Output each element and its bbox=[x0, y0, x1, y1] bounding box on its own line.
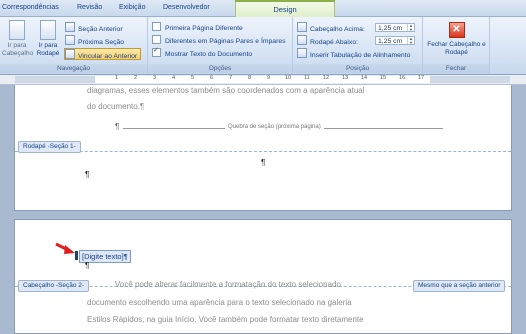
next-section-button[interactable]: Próxima Seção bbox=[65, 35, 125, 46]
go-to-header-button[interactable]: Ir para Cabeçalho bbox=[2, 20, 34, 57]
body-text-line: Estilos Rápidos, na guia Início. Você ta… bbox=[87, 315, 364, 324]
previous-section-button[interactable]: Seção Anterior bbox=[65, 22, 123, 33]
pilcrow: ¶ bbox=[123, 252, 128, 261]
ruler-left-margin bbox=[15, 76, 95, 83]
header-page-icon bbox=[9, 20, 25, 40]
group-close-label: Fechar bbox=[423, 64, 489, 73]
header-top-spinner[interactable]: 1,25 cm ▲ ▼ bbox=[375, 23, 415, 32]
header-top-value[interactable]: 1,25 cm bbox=[378, 25, 402, 32]
ruler-number: 15 bbox=[380, 75, 387, 81]
go-to-header-label: Ir para Cabeçalho bbox=[2, 42, 34, 57]
go-to-footer-label: Ir para Rodapé bbox=[36, 42, 60, 57]
ruler-number: 16 bbox=[399, 75, 406, 81]
ruler-number: 9 bbox=[267, 75, 271, 81]
link-icon bbox=[65, 49, 75, 59]
different-first-page-checkbox[interactable]: Primeira Página Diferente bbox=[152, 22, 243, 32]
ruler-number: 3 bbox=[153, 75, 157, 81]
footer-bottom-label-row: Rodapé Abaixo: bbox=[297, 35, 358, 46]
document-page-2[interactable]: [Digite texto]¶ ¶ Cabeçalho -Seção 2- Me… bbox=[14, 219, 512, 334]
tab-desenvolvedor[interactable]: Desenvolvedor bbox=[163, 4, 210, 11]
insert-alignment-tab-button[interactable]: Inserir Tabulação de Alinhamento bbox=[297, 48, 411, 59]
ruler-number: 13 bbox=[342, 75, 349, 81]
ruler-number: 2 bbox=[134, 75, 138, 81]
header-top-label-row: Cabeçalho Acima: bbox=[297, 22, 365, 33]
ruler-number: 5 bbox=[191, 75, 195, 81]
footer-position-icon bbox=[297, 35, 307, 45]
tab-revisao[interactable]: Revisão bbox=[77, 4, 102, 11]
group-options-label: Opções bbox=[148, 64, 292, 73]
footer-pilcrow[interactable]: ¶ bbox=[261, 158, 265, 167]
section-break: ¶ Quebra de seção (próxima página) bbox=[115, 122, 445, 132]
horizontal-ruler[interactable]: 1 2 3 4 5 6 7 8 9 10 11 12 13 14 15 16 1… bbox=[0, 75, 526, 85]
body-text-line: do documento.¶ bbox=[87, 102, 145, 111]
header-pilcrow: ¶ bbox=[85, 261, 90, 270]
header-placeholder-text[interactable]: [Digite texto] bbox=[82, 252, 124, 261]
footer-bottom-value[interactable]: 1,25 cm bbox=[378, 38, 402, 45]
red-arrow-icon bbox=[55, 242, 75, 254]
ruler-number: 6 bbox=[210, 75, 214, 81]
header-position-icon bbox=[297, 22, 307, 32]
tab-correspondencias[interactable]: Correspondências bbox=[2, 4, 59, 11]
section-break-label: Quebra de seção (próxima página) bbox=[225, 124, 324, 130]
footer-pilcrow[interactable]: ¶ bbox=[85, 170, 89, 179]
previous-section-label: Seção Anterior bbox=[78, 26, 123, 33]
show-document-text-label: Mostrar Texto do Documento bbox=[165, 51, 253, 58]
pilcrow: ¶ bbox=[115, 122, 120, 131]
header-section-tag: Cabeçalho -Seção 2- bbox=[18, 280, 90, 292]
previous-section-icon bbox=[65, 22, 75, 32]
different-odd-even-check[interactable] bbox=[152, 35, 161, 44]
link-to-previous-label: Vincular ao Anterior bbox=[78, 53, 138, 60]
ruler-number: 4 bbox=[172, 75, 176, 81]
close-header-footer-button[interactable]: ✕ Fechar Cabeçalho e Rodapé bbox=[425, 22, 488, 56]
ruler-number: 11 bbox=[304, 75, 310, 81]
group-navigation: Ir para Cabeçalho Ir para Rodapé Seção A… bbox=[0, 17, 148, 74]
different-odd-even-label: Diferentes em Páginas Pares e Ímpares bbox=[165, 38, 286, 45]
show-document-text-check[interactable] bbox=[152, 46, 161, 57]
tab-exibicao[interactable]: Exibição bbox=[119, 4, 145, 11]
insert-alignment-tab-label: Inserir Tabulação de Alinhamento bbox=[310, 52, 411, 59]
next-section-icon bbox=[65, 35, 75, 45]
spinner-arrows-icon[interactable]: ▲ ▼ bbox=[407, 37, 414, 45]
footer-page-icon bbox=[40, 20, 56, 40]
close-header-footer-label: Fechar Cabeçalho e Rodapé bbox=[427, 41, 486, 56]
context-strip bbox=[235, 0, 335, 2]
header-top-label: Cabeçalho Acima: bbox=[310, 26, 365, 33]
ribbon-tab-bar: Correspondências Revisão Exibição Desenv… bbox=[0, 0, 526, 17]
ruler-number: 8 bbox=[248, 75, 252, 81]
spinner-arrows-icon[interactable]: ▲ ▼ bbox=[407, 24, 414, 32]
link-to-previous-button[interactable]: Vincular ao Anterior bbox=[64, 48, 142, 60]
different-first-page-check[interactable] bbox=[152, 22, 161, 31]
ruler-number: 12 bbox=[323, 75, 330, 81]
footer-boundary bbox=[15, 151, 511, 152]
ribbon: Ir para Cabeçalho Ir para Rodapé Seção A… bbox=[0, 17, 526, 75]
ruler-number: 7 bbox=[229, 75, 233, 81]
ruler-number: 10 bbox=[285, 75, 292, 81]
body-text-line: diagramas, esses elementos também são co… bbox=[87, 86, 365, 95]
body-text-line: Você pode alterar facilmente a formataçã… bbox=[115, 280, 341, 289]
body-text-line: documento escolhendo uma aparência para … bbox=[87, 298, 352, 307]
ruler-right-margin bbox=[430, 76, 510, 83]
group-close: ✕ Fechar Cabeçalho e Rodapé Fechar bbox=[423, 17, 490, 74]
group-navigation-label: Navegação bbox=[0, 64, 147, 73]
show-document-text-checkbox[interactable]: Mostrar Texto do Documento bbox=[152, 46, 253, 58]
document-page-1[interactable]: diagramas, esses elementos também são co… bbox=[14, 85, 512, 211]
footer-bottom-spinner[interactable]: 1,25 cm ▲ ▼ bbox=[375, 36, 415, 45]
ruler-number: 1 bbox=[115, 75, 119, 81]
footer-bottom-label: Rodapé Abaixo: bbox=[310, 39, 358, 46]
same-as-previous-tag: Mesmo que a seção anterior bbox=[413, 280, 506, 292]
tab-design[interactable]: Design bbox=[235, 0, 335, 17]
ruler-number: 14 bbox=[361, 75, 368, 81]
group-options: Primeira Página Diferente Diferentes em … bbox=[148, 17, 293, 74]
go-to-footer-button[interactable]: Ir para Rodapé bbox=[34, 20, 62, 57]
ruler-number: 17 bbox=[418, 75, 425, 81]
group-position: Cabeçalho Acima: 1,25 cm ▲ ▼ Rodapé Abaix… bbox=[293, 17, 423, 74]
alignment-tab-icon bbox=[297, 48, 307, 58]
group-position-label: Posição bbox=[293, 64, 422, 73]
text-cursor bbox=[75, 251, 78, 260]
footer-section-tag: Rodapé -Seção 1- bbox=[18, 141, 81, 153]
next-section-label: Próxima Seção bbox=[78, 39, 125, 46]
different-odd-even-checkbox[interactable]: Diferentes em Páginas Pares e Ímpares bbox=[152, 35, 286, 45]
close-icon: ✕ bbox=[448, 22, 465, 38]
different-first-page-label: Primeira Página Diferente bbox=[165, 25, 243, 32]
